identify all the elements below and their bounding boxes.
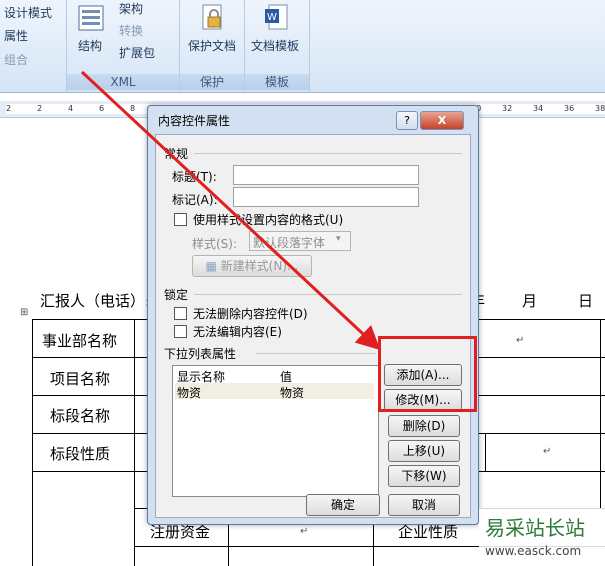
ruler-number: 36 bbox=[564, 104, 575, 113]
dialog-body: 常规 标题(T): 标记(A): 使用样式设置内容的格式(U) 样式(S): 默… bbox=[155, 134, 471, 518]
dialog-title: 内容控件属性 bbox=[158, 114, 231, 128]
new-style-icon: ▦ bbox=[205, 259, 221, 273]
ribbon: 设计模式 属性 组合 结构 架构 转换 扩展包 XML 保护文档 保护 W 文档… bbox=[0, 0, 605, 93]
move-up-button[interactable]: 上移(U) bbox=[388, 440, 460, 462]
title-input[interactable] bbox=[233, 165, 419, 185]
cannot-edit-checkbox[interactable] bbox=[174, 325, 187, 338]
cancel-button[interactable]: 取消 bbox=[388, 494, 460, 516]
cell-end-mark: ↵ bbox=[516, 335, 525, 346]
transform-button[interactable]: 转换 bbox=[119, 22, 143, 39]
style-label: 样式(S): bbox=[192, 237, 238, 251]
lock-document-icon bbox=[202, 4, 222, 30]
ruler-number: 38 bbox=[595, 104, 605, 113]
cannot-delete-label: 无法删除内容控件(D) bbox=[193, 307, 308, 321]
highlight-box bbox=[378, 336, 477, 412]
structure-button[interactable]: 结构 bbox=[78, 37, 102, 54]
document-template-button[interactable]: 文档模板 bbox=[251, 37, 299, 54]
ok-button[interactable]: 确定 bbox=[306, 494, 380, 516]
properties-button[interactable]: 属性 bbox=[4, 27, 28, 44]
move-down-button[interactable]: 下移(W) bbox=[388, 465, 460, 487]
ribbon-group-xml: 结构 架构 转换 扩展包 XML bbox=[67, 0, 180, 92]
use-style-label: 使用样式设置内容的格式(U) bbox=[193, 213, 344, 227]
month-label: 月 bbox=[522, 292, 538, 310]
help-button[interactable]: ? bbox=[396, 111, 418, 130]
svg-text:W: W bbox=[267, 12, 277, 23]
delete-button[interactable]: 删除(D) bbox=[388, 415, 460, 437]
list-item[interactable]: 物资 物资 bbox=[175, 383, 374, 400]
dropdown-section-label: 下拉列表属性 bbox=[164, 347, 237, 361]
table-line bbox=[485, 433, 486, 471]
table-move-handle-icon[interactable]: ⊞ bbox=[20, 307, 28, 318]
cannot-delete-checkbox[interactable] bbox=[174, 307, 187, 320]
section-divider bbox=[256, 353, 376, 354]
style-select[interactable]: 默认段落字体 ▾ bbox=[249, 231, 351, 251]
ruler-number: 34 bbox=[533, 104, 544, 113]
table-cell-section: 标段名称 bbox=[50, 407, 111, 425]
table-cell-division: 事业部名称 bbox=[42, 332, 118, 350]
cell-end-mark: ↵ bbox=[300, 526, 309, 537]
ruler-number: 8 bbox=[130, 104, 136, 113]
watermark-name: 易采站长站 bbox=[485, 516, 585, 540]
group-button[interactable]: 组合 bbox=[4, 51, 28, 68]
protect-document-button[interactable]: 保护文档 bbox=[188, 37, 236, 54]
general-section-label: 常规 bbox=[164, 147, 189, 161]
cell-end-mark: ↵ bbox=[543, 446, 552, 457]
template-group-label: 模板 bbox=[245, 74, 309, 90]
title-field-label: 标题(T): bbox=[172, 170, 217, 184]
list-item-value: 物资 bbox=[280, 386, 305, 400]
list-item-display: 物资 bbox=[177, 386, 202, 400]
ribbon-group-template: W 文档模板 模板 bbox=[245, 0, 310, 92]
ruler-number: 32 bbox=[502, 104, 513, 113]
watermark: 易采站长站 www.easck.com bbox=[479, 508, 605, 566]
use-style-checkbox[interactable] bbox=[174, 213, 187, 226]
cannot-edit-label: 无法编辑内容(E) bbox=[193, 325, 282, 339]
structure-icon bbox=[78, 5, 104, 31]
lock-section-label: 锁定 bbox=[164, 288, 189, 302]
xml-group-label: XML bbox=[67, 74, 179, 90]
dropdown-items-list[interactable]: 显示名称 值 物资 物资 bbox=[172, 365, 379, 497]
tag-field-label: 标记(A): bbox=[172, 193, 218, 207]
word-template-icon: W bbox=[265, 4, 288, 30]
tag-input[interactable] bbox=[233, 187, 419, 207]
schema-button[interactable]: 架构 bbox=[119, 0, 143, 17]
dialog-title-bar[interactable]: 内容控件属性 ? X bbox=[148, 106, 478, 132]
ruler-number: 2 bbox=[6, 104, 12, 113]
ribbon-group-controls: 设计模式 属性 组合 bbox=[0, 0, 67, 92]
table-line bbox=[32, 319, 33, 566]
watermark-url: www.easck.com bbox=[485, 544, 582, 558]
new-style-label: 新建样式(N)... bbox=[220, 259, 299, 273]
ruler-number: 2 bbox=[37, 104, 43, 113]
day-label: 日 bbox=[578, 292, 594, 310]
design-mode-button[interactable]: 设计模式 bbox=[4, 4, 52, 21]
close-button[interactable]: X bbox=[420, 111, 464, 130]
content-control-properties-dialog: 内容控件属性 ? X 常规 标题(T): 标记(A): 使用样式设置内容的格式(… bbox=[147, 105, 479, 525]
expansion-pack-button[interactable]: 扩展包 bbox=[119, 44, 155, 61]
style-select-value: 默认段落字体 bbox=[253, 236, 326, 250]
chevron-down-icon: ▾ bbox=[336, 234, 341, 244]
table-line bbox=[134, 319, 135, 566]
section-divider bbox=[194, 153, 462, 154]
table-cell-section-nature: 标段性质 bbox=[50, 445, 111, 463]
ribbon-group-protect: 保护文档 保护 bbox=[180, 0, 245, 92]
ruler-number: 4 bbox=[68, 104, 74, 113]
ruler-number: 6 bbox=[99, 104, 105, 113]
table-line bbox=[600, 319, 601, 509]
new-style-button[interactable]: ▦ 新建样式(N)... bbox=[192, 255, 312, 277]
table-cell-project: 项目名称 bbox=[50, 370, 111, 388]
protect-group-label: 保护 bbox=[180, 74, 244, 90]
section-divider bbox=[194, 294, 462, 295]
reporter-label: 汇报人（电话）: bbox=[40, 292, 151, 310]
